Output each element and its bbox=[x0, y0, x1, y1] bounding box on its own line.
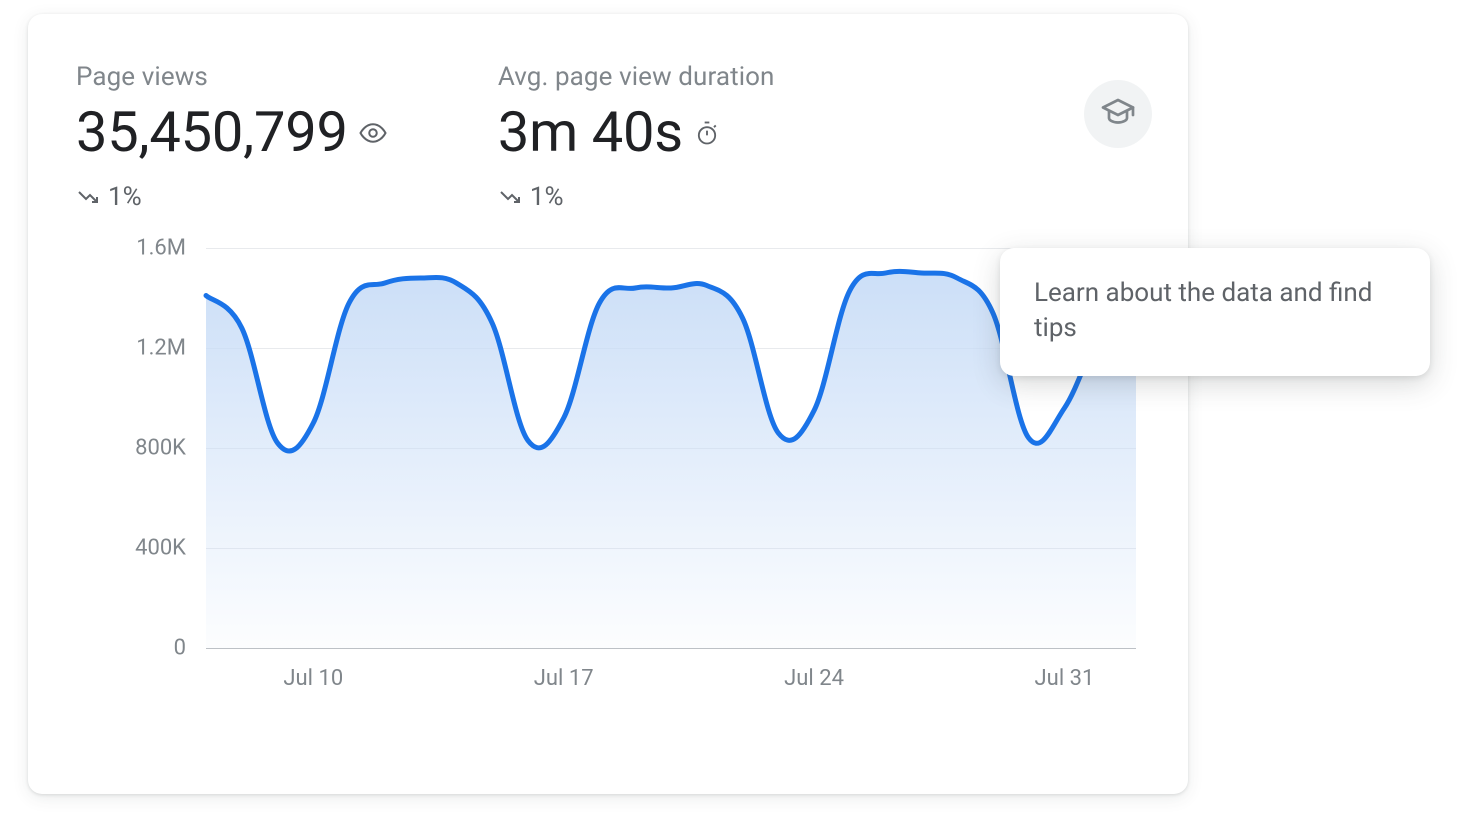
x-tick-label: Jul 24 bbox=[784, 666, 844, 691]
y-tick-label: 1.2M bbox=[76, 335, 186, 360]
trend-pct: 1% bbox=[108, 182, 142, 212]
y-tick-label: 0 bbox=[76, 635, 186, 660]
x-axis-labels: Jul 10 Jul 17 Jul 24 Jul 31 bbox=[206, 666, 1136, 706]
stopwatch-icon bbox=[693, 119, 721, 147]
y-tick-label: 1.6M bbox=[76, 235, 186, 260]
help-tooltip: Learn about the data and find tips bbox=[1000, 248, 1430, 376]
learn-tips-button[interactable] bbox=[1084, 80, 1152, 148]
x-tick-label: Jul 31 bbox=[1035, 666, 1095, 691]
trend-pct: 1% bbox=[530, 182, 564, 212]
education-icon bbox=[1100, 94, 1136, 134]
y-tick-label: 400K bbox=[76, 535, 186, 560]
metric-value-row: 3m 40s bbox=[498, 102, 775, 164]
trend-down-icon bbox=[76, 185, 100, 209]
trend-down-icon bbox=[498, 185, 522, 209]
y-tick-label: 800K bbox=[76, 435, 186, 460]
x-tick-label: Jul 10 bbox=[283, 666, 343, 691]
metric-value: 3m 40s bbox=[498, 102, 683, 164]
metric-page-views[interactable]: Page views 35,450,799 1% bbox=[76, 62, 388, 212]
help-tooltip-text: Learn about the data and find tips bbox=[1034, 278, 1372, 343]
analytics-card: Page views 35,450,799 1% bbox=[28, 14, 1188, 794]
metric-label: Page views bbox=[76, 62, 388, 92]
trend-row: 1% bbox=[498, 182, 775, 212]
chart-plot[interactable] bbox=[206, 248, 1136, 648]
chart-series bbox=[206, 248, 1136, 648]
chart-area: 0400K800K1.2M1.6M Jul 10Jul 17Jul 24Jul … bbox=[76, 248, 1140, 748]
metric-avg-duration[interactable]: Avg. page view duration 3m 40s bbox=[498, 62, 775, 212]
trend-row: 1% bbox=[76, 182, 388, 212]
metrics-row: Page views 35,450,799 1% bbox=[76, 62, 1140, 212]
metric-value-row: 35,450,799 bbox=[76, 102, 388, 164]
x-tick-label: Jul 17 bbox=[534, 666, 594, 691]
chart-gridline bbox=[206, 648, 1136, 649]
metric-label: Avg. page view duration bbox=[498, 62, 775, 92]
y-axis-labels: 0400K800K1.2M1.6M bbox=[76, 248, 186, 648]
metric-value: 35,450,799 bbox=[76, 102, 348, 164]
eye-icon bbox=[358, 118, 388, 148]
